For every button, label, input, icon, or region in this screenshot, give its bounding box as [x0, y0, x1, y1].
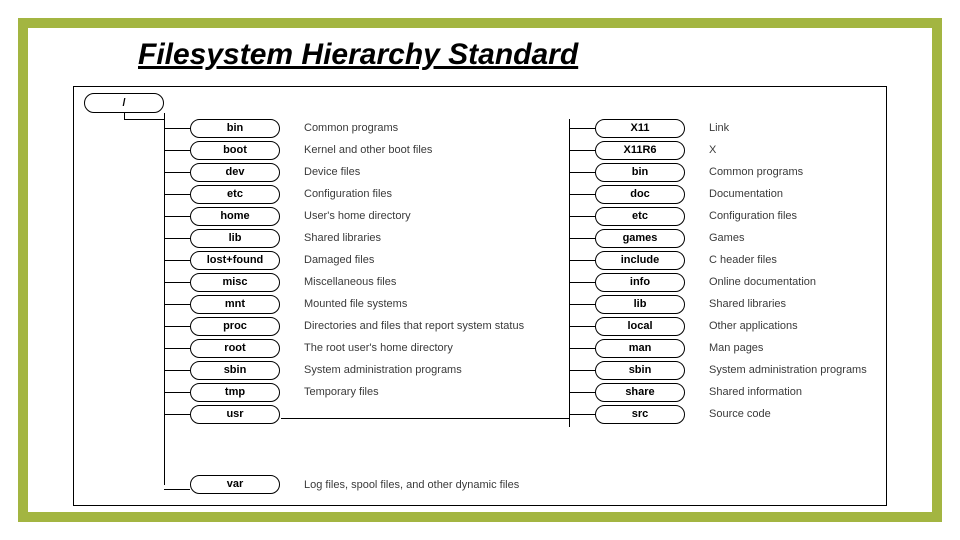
dir-node: X11: [595, 119, 685, 138]
dir-desc: User's home directory: [304, 207, 411, 223]
dir-row: src Source code: [569, 405, 929, 424]
dir-desc: Miscellaneous files: [304, 273, 396, 289]
dir-node: sbin: [595, 361, 685, 380]
var-row: var Log files, spool files, and other dy…: [164, 475, 864, 494]
dir-node: proc: [190, 317, 280, 336]
slide-frame: Filesystem Hierarchy Standard / bin Commo…: [18, 18, 942, 522]
page-title: Filesystem Hierarchy Standard: [138, 38, 578, 72]
dir-desc: Mounted file systems: [304, 295, 407, 311]
root-node: /: [84, 93, 164, 113]
dir-node: X11R6: [595, 141, 685, 160]
dir-row: man Man pages: [569, 339, 929, 358]
dir-row: X11 Link: [569, 119, 929, 138]
dir-desc: Common programs: [709, 163, 803, 179]
dir-node: usr: [190, 405, 280, 424]
dir-desc: Games: [709, 229, 744, 245]
dir-node: src: [595, 405, 685, 424]
dir-row: etc Configuration files: [164, 185, 544, 204]
dir-row: home User's home directory: [164, 207, 544, 226]
dir-desc: Online documentation: [709, 273, 816, 289]
dir-desc: Man pages: [709, 339, 763, 355]
dir-desc: Documentation: [709, 185, 783, 201]
dir-node-var: var: [190, 475, 280, 494]
dir-node: misc: [190, 273, 280, 292]
dir-node: etc: [190, 185, 280, 204]
dir-row: proc Directories and files that report sy…: [164, 317, 544, 336]
dir-desc: Configuration files: [304, 185, 392, 201]
right-column: X11 Link X11R6 Xbin Common programs doc Docume…: [569, 119, 929, 427]
dir-row: info Online documentation: [569, 273, 929, 292]
dir-desc: Device files: [304, 163, 360, 179]
dir-row: dev Device files: [164, 163, 544, 182]
dir-node: boot: [190, 141, 280, 160]
left-column: bin Common programs boot Kernel and other b…: [164, 119, 544, 427]
dir-node: info: [595, 273, 685, 292]
dir-node: share: [595, 383, 685, 402]
dir-node: lib: [190, 229, 280, 248]
dir-row: lib Shared libraries: [569, 295, 929, 314]
dir-node: dev: [190, 163, 280, 182]
dir-row: bin Common programs: [164, 119, 544, 138]
dir-row: boot Kernel and other boot files: [164, 141, 544, 160]
dir-row: X11R6 X: [569, 141, 929, 160]
dir-node: home: [190, 207, 280, 226]
dir-node: bin: [595, 163, 685, 182]
dir-node: man: [595, 339, 685, 358]
dir-desc: Kernel and other boot files: [304, 141, 432, 157]
dir-node: games: [595, 229, 685, 248]
dir-row: tmp Temporary files: [164, 383, 544, 402]
dir-desc: Temporary files: [304, 383, 379, 399]
dir-desc: Damaged files: [304, 251, 374, 267]
dir-row: lost+found Damaged files: [164, 251, 544, 270]
dir-row: games Games: [569, 229, 929, 248]
dir-row: usr: [164, 405, 544, 424]
dir-node: local: [595, 317, 685, 336]
dir-desc: Shared libraries: [709, 295, 786, 311]
dir-desc: C header files: [709, 251, 777, 267]
dir-desc: X: [709, 141, 716, 157]
dir-row: bin Common programs: [569, 163, 929, 182]
dir-node: lib: [595, 295, 685, 314]
dir-row: share Shared information: [569, 383, 929, 402]
dir-node: bin: [190, 119, 280, 138]
dir-desc: Source code: [709, 405, 771, 421]
dir-desc: Link: [709, 119, 729, 135]
dir-node: sbin: [190, 361, 280, 380]
dir-desc: Directories and files that report system…: [304, 317, 524, 333]
dir-desc: System administration programs: [304, 361, 462, 377]
dir-row: etc Configuration files: [569, 207, 929, 226]
dir-node: tmp: [190, 383, 280, 402]
dir-desc-var: Log files, spool files, and other dynami…: [304, 477, 519, 492]
dir-row: sbin System administration programs: [164, 361, 544, 380]
dir-row: local Other applications: [569, 317, 929, 336]
dir-node: doc: [595, 185, 685, 204]
dir-row: mnt Mounted file systems: [164, 295, 544, 314]
dir-desc: System administration programs: [709, 361, 867, 377]
dir-node: lost+found: [190, 251, 280, 270]
dir-desc: Common programs: [304, 119, 398, 135]
dir-row: include C header files: [569, 251, 929, 270]
dir-desc: Shared libraries: [304, 229, 381, 245]
dir-row: sbin System administration programs: [569, 361, 929, 380]
dir-row: misc Miscellaneous files: [164, 273, 544, 292]
dir-row: doc Documentation: [569, 185, 929, 204]
dir-desc: Other applications: [709, 317, 798, 333]
fhs-diagram: / bin Common programs boot Kernel and other…: [73, 86, 887, 506]
dir-desc: Shared information: [709, 383, 802, 399]
dir-node: etc: [595, 207, 685, 226]
dir-node: mnt: [190, 295, 280, 314]
dir-desc: Configuration files: [709, 207, 797, 223]
dir-row: lib Shared libraries: [164, 229, 544, 248]
dir-row: root The root user's home directory: [164, 339, 544, 358]
dir-desc: The root user's home directory: [304, 339, 453, 355]
dir-node: root: [190, 339, 280, 358]
dir-node: include: [595, 251, 685, 270]
